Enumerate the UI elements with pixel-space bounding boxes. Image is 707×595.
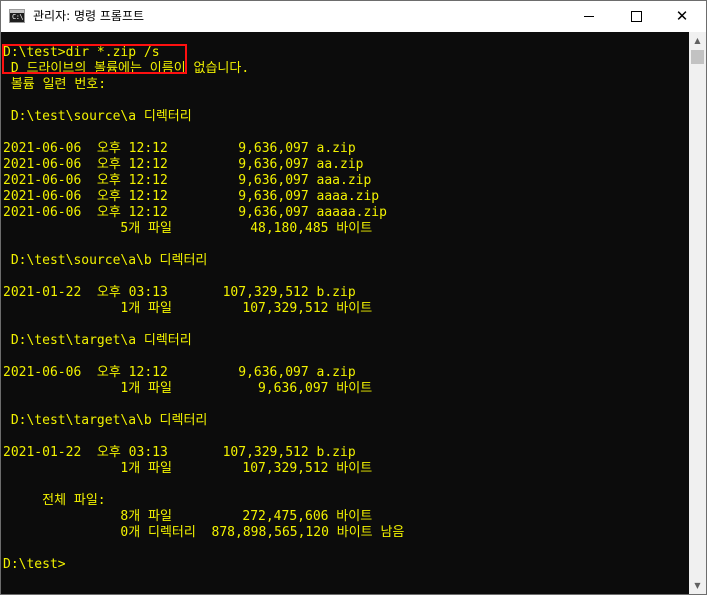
console-line: 2021-01-22 오후 03:13 107,329,512 b.zip (3, 285, 356, 300)
console-line: 2021-06-06 오후 12:12 9,636,097 aaaaa.zip (3, 205, 387, 220)
console-line: 2021-01-22 오후 03:13 107,329,512 b.zip (3, 445, 356, 460)
console-line: 2021-06-06 오후 12:12 9,636,097 aaaa.zip (3, 189, 380, 204)
window-title: 관리자: 명령 프롬프트 (33, 9, 145, 23)
console-line: 2021-06-06 오후 12:12 9,636,097 aaa.zip (3, 173, 372, 188)
console-line: 1개 파일 107,329,512 바이트 (3, 461, 373, 476)
console-line: 1개 파일 9,636,097 바이트 (3, 381, 373, 396)
command-prompt-window: C:\ 관리자: 명령 프롬프트 ✕ D:\test>dir *.zip /s … (0, 0, 707, 595)
scroll-down-arrow-icon[interactable]: ▼ (689, 577, 706, 594)
cmd-icon-prompt: C:\ (12, 13, 24, 21)
command-highlight-box (2, 44, 187, 74)
console-line: D:\test> (3, 557, 66, 572)
console-line: D:\test\target\a\b 디렉터리 (3, 413, 208, 428)
scroll-up-arrow-icon[interactable]: ▲ (689, 32, 706, 49)
console-line: 1개 파일 107,329,512 바이트 (3, 301, 373, 316)
console-line: 5개 파일 48,180,485 바이트 (3, 221, 373, 236)
console-line: 2021-06-06 오후 12:12 9,636,097 a.zip (3, 365, 356, 380)
console-text: D:\test>dir *.zip /s D 드라이브의 볼륨에는 이름이 없습… (3, 45, 404, 573)
cmd-icon[interactable]: C:\ (9, 9, 25, 23)
maximize-icon (630, 11, 642, 22)
console-line: 8개 파일 272,475,606 바이트 (3, 509, 373, 524)
vertical-scrollbar[interactable]: ▲ ▼ (689, 32, 706, 594)
console-line: D:\test\source\a 디렉터리 (3, 109, 192, 124)
scrollbar-thumb[interactable] (691, 50, 704, 64)
close-button[interactable]: ✕ (659, 1, 705, 32)
console-output-area[interactable]: D:\test>dir *.zip /s D 드라이브의 볼륨에는 이름이 없습… (1, 32, 689, 594)
console-line: D:\test\target\a 디렉터리 (3, 333, 192, 348)
console-line: 0개 디렉터리 878,898,565,120 바이트 남음 (3, 525, 405, 540)
title-bar[interactable]: C:\ 관리자: 명령 프롬프트 ✕ (1, 1, 706, 32)
console-line: 2021-06-06 오후 12:12 9,636,097 aa.zip (3, 157, 364, 172)
close-icon: ✕ (675, 7, 689, 25)
minimize-icon (584, 16, 594, 17)
console-line: D:\test\source\a\b 디렉터리 (3, 253, 208, 268)
minimize-button[interactable] (566, 1, 612, 32)
maximize-button[interactable] (613, 1, 659, 32)
console-line: 볼륨 일련 번호: (3, 77, 107, 92)
console-line: 전체 파일: (3, 493, 106, 508)
console-line: 2021-06-06 오후 12:12 9,636,097 a.zip (3, 141, 356, 156)
